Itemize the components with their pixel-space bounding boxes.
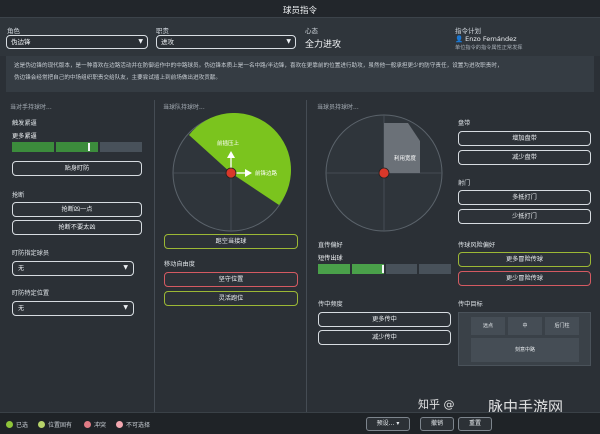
risky-passes-less-button[interactable]: 更少冒险传球 bbox=[458, 271, 591, 286]
tackle-label: 抢断 bbox=[12, 192, 25, 199]
mark-player-label: 盯防指定球员 bbox=[12, 250, 50, 257]
risky-passes-more-button[interactable]: 更多冒险传球 bbox=[458, 252, 591, 267]
cross-pref-value: 短传出球 bbox=[318, 255, 343, 262]
pressing-slider[interactable] bbox=[12, 142, 142, 152]
hold-up-ball-button[interactable]: 跑空当接球 bbox=[164, 234, 298, 249]
chevron-down-icon: ▼ bbox=[123, 304, 128, 311]
cross-pref-label: 直传偏好 bbox=[318, 242, 343, 249]
section-player-in-possession: 当球员持球时... bbox=[317, 104, 359, 111]
free-role-label: 移动自由度 bbox=[164, 261, 195, 268]
description-line: 伪边锋会经常把自己的中场组织职责交给队友，主要尝试插上到前场做出进攻贡献。 bbox=[14, 75, 221, 81]
role-label: 角色 bbox=[7, 27, 20, 35]
cross-pref-slider[interactable] bbox=[318, 264, 451, 274]
watermark-zhihu: 知乎 @ bbox=[418, 398, 455, 411]
reset-button[interactable]: 重置 bbox=[458, 417, 492, 431]
unavailable-dot-icon bbox=[116, 421, 123, 428]
dribble-more-button[interactable]: 增加盘带 bbox=[458, 131, 591, 146]
zone-label-width: 利用宽度 bbox=[394, 154, 417, 162]
title-bar: 球员指令 bbox=[0, 0, 600, 18]
role-default-dot-icon bbox=[38, 421, 45, 428]
cross-target-label: 传中目标 bbox=[458, 301, 483, 308]
mark-position-dropdown[interactable]: 无 ▼ bbox=[12, 301, 134, 316]
cross-target-grid[interactable]: 远点 中 后门柱 刻意中路 bbox=[458, 312, 591, 366]
role-header: 角色 伪边锋 ▼ 职责 进攻 ▼ 心态 全力进攻 指令计划 👤 Enzo Fer… bbox=[0, 18, 600, 56]
description-line: 这是伪边锋的现代版本，是一种喜欢在边路活动并在防御运作中的中路球员。伪边锋本质上… bbox=[14, 63, 503, 69]
risk-label: 传球风险偏好 bbox=[458, 242, 496, 249]
chevron-down-icon: ▼ bbox=[123, 264, 128, 271]
section-team-in-possession: 当球队持球时... bbox=[163, 104, 205, 111]
duty-dropdown[interactable]: 进攻 ▼ bbox=[156, 35, 296, 49]
chevron-down-icon: ▼ bbox=[286, 38, 291, 45]
dribble-less-button[interactable]: 减少盘带 bbox=[458, 150, 591, 165]
player-position-marker bbox=[225, 167, 237, 179]
dribble-label: 盘带 bbox=[458, 120, 471, 127]
author-label: 指令计划 bbox=[455, 27, 481, 35]
legend-selected: 已选 bbox=[6, 420, 28, 429]
slider-marker bbox=[382, 265, 384, 273]
passing-pitch[interactable]: 利用宽度 bbox=[316, 113, 452, 233]
duty-value: 进攻 bbox=[161, 38, 174, 46]
mark-player-dropdown[interactable]: 无 ▼ bbox=[12, 261, 134, 276]
cross-more-button[interactable]: 更多传中 bbox=[318, 312, 451, 327]
mark-position-value: 无 bbox=[18, 305, 25, 312]
mentality-label: 心态 bbox=[305, 27, 318, 35]
stay-wider-button[interactable]: 坚守位置 bbox=[164, 272, 298, 287]
movement-pitch[interactable]: 前插压上 前锋边路 bbox=[163, 113, 299, 233]
target-near-post[interactable]: 后门柱 bbox=[545, 317, 579, 335]
target-centre-deep[interactable]: 刻意中路 bbox=[471, 338, 579, 362]
target-centre[interactable]: 中 bbox=[508, 317, 542, 335]
chevron-down-icon: ▼ bbox=[138, 38, 143, 45]
tackle-harder-button[interactable]: 抢断凶一点 bbox=[12, 202, 142, 217]
section-out-of-possession: 当对手持球时... bbox=[10, 104, 52, 111]
pressing-label: 触发紧逼 bbox=[12, 120, 37, 127]
player-position-marker bbox=[378, 167, 390, 179]
preset-button[interactable]: 预设... ▾ bbox=[366, 417, 410, 431]
cross-freq-label: 传中频度 bbox=[318, 301, 343, 308]
shoot-label: 射门 bbox=[458, 180, 471, 187]
legend-role-default: 位置固有 bbox=[38, 420, 72, 429]
legend-unavailable: 不可选择 bbox=[116, 420, 150, 429]
duty-label: 职责 bbox=[156, 27, 169, 35]
roam-button[interactable]: 灵活跑位 bbox=[164, 291, 298, 306]
mark-position-label: 盯防特定位置 bbox=[12, 290, 50, 297]
author-name: 👤 Enzo Fernández bbox=[455, 35, 517, 43]
mentality-value: 全力进攻 bbox=[305, 40, 342, 50]
slider-marker bbox=[88, 143, 90, 151]
divider bbox=[306, 100, 307, 412]
person-icon: 👤 bbox=[455, 35, 464, 43]
shoot-less-button[interactable]: 少抵打门 bbox=[458, 209, 591, 224]
close-down-button[interactable]: 贴身盯防 bbox=[12, 161, 142, 176]
author-subtext: 单位指令的指令属性正常发挥 bbox=[455, 45, 523, 51]
legend-conflict: 冲突 bbox=[84, 420, 106, 429]
cross-less-button[interactable]: 减少传中 bbox=[318, 330, 451, 345]
selected-dot-icon bbox=[6, 421, 13, 428]
zone-label-main: 前插压上 bbox=[217, 139, 240, 147]
role-dropdown[interactable]: 伪边锋 ▼ bbox=[6, 35, 148, 49]
undo-button[interactable]: 撤销 bbox=[420, 417, 454, 431]
role-value: 伪边锋 bbox=[11, 38, 31, 46]
role-description: 这是伪边锋的现代版本，是一种喜欢在边路活动并在防御运作中的中路球员。伪边锋本质上… bbox=[6, 56, 594, 92]
footer-bar: 已选 位置固有 冲突 不可选择 预设... ▾ 撤销 重置 bbox=[0, 412, 600, 434]
divider bbox=[154, 100, 155, 412]
conflict-dot-icon bbox=[84, 421, 91, 428]
target-far-post[interactable]: 远点 bbox=[471, 317, 505, 335]
shoot-more-button[interactable]: 多抵打门 bbox=[458, 190, 591, 205]
pressing-value: 更多紧逼 bbox=[12, 133, 37, 140]
ease-off-tackles-button[interactable]: 抢断不要太凶 bbox=[12, 220, 142, 235]
zone-label-side: 前锋边路 bbox=[255, 169, 278, 177]
mark-player-value: 无 bbox=[18, 265, 25, 272]
window-title: 球员指令 bbox=[282, 6, 317, 16]
chevron-down-icon: ▾ bbox=[396, 420, 400, 427]
